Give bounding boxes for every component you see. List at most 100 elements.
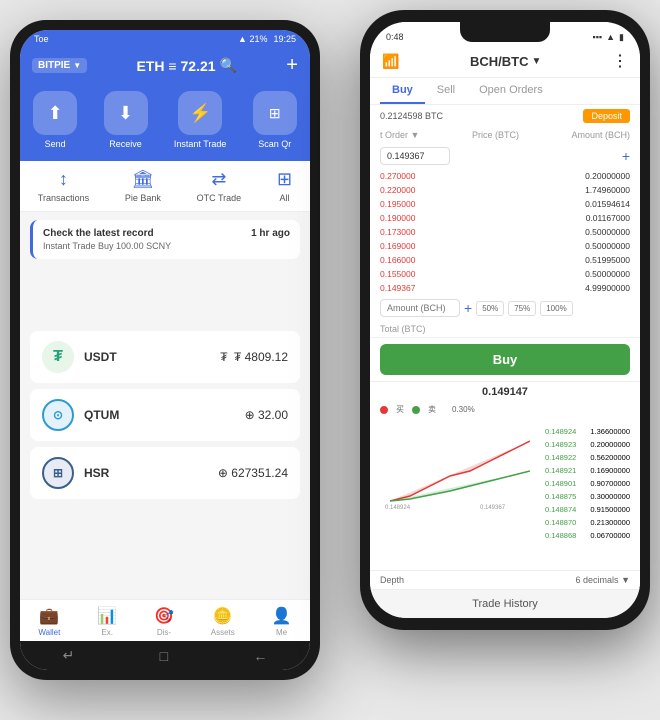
search-icon[interactable]: 🔍	[220, 57, 237, 74]
tab-buy[interactable]: Buy	[380, 78, 425, 104]
tab-sell[interactable]: Sell	[425, 78, 467, 104]
iphone-time: 0:48	[386, 32, 404, 43]
dis-label: Dis-	[157, 628, 171, 637]
sell-price-5: 0.173000	[380, 227, 415, 237]
signal-icon: ▲ 21%	[238, 34, 267, 44]
decimals-label: 6 decimals ▼	[576, 575, 630, 585]
percent-row: + 50% 75% 100%	[370, 295, 640, 321]
notification-title-row: Check the latest record 1 hr ago	[43, 228, 290, 239]
all-label: All	[280, 193, 290, 203]
nav-me[interactable]: 👤 Me	[272, 606, 292, 637]
wallet-icon: 💼	[39, 606, 59, 626]
ob-sell-row-3: 0.195000 0.01594614	[380, 197, 630, 211]
iphone: 0:48 ▪▪▪ ▲ ▮ 📶 BCH/BTC ▼ ⋮ Buy	[360, 10, 650, 630]
pct-75-button[interactable]: 75%	[508, 301, 536, 316]
android-status-bar: Toe ▲ 21% 19:25	[20, 30, 310, 48]
total-label: Total (BTC)	[380, 324, 426, 334]
android-screen: Toe ▲ 21% 19:25 BITPIE ▼ ETH ≡ 72.21 🔍 +	[20, 30, 310, 670]
buy-order-book: 0.148924 1.36600000 0.148923 0.20000000 …	[545, 421, 630, 566]
token-usdt[interactable]: ₮ USDT ₮ ₮ 4809.12	[30, 331, 300, 383]
deposit-button[interactable]: Deposit	[583, 109, 630, 123]
sell-amount-5: 0.50000000	[585, 227, 630, 237]
transactions-nav[interactable]: ↕ Transactions	[38, 169, 89, 203]
all-icon: ⊞	[277, 169, 292, 190]
buy-row-6: 0.148875 0.30000000	[545, 490, 630, 503]
battery-icon: ▮	[619, 32, 624, 43]
brand-label: BITPIE	[38, 60, 70, 71]
pie-bank-nav[interactable]: 🏛 Pie Bank	[125, 169, 161, 203]
qtum-name: QTUM	[84, 408, 119, 422]
svg-text:0.148924: 0.148924	[385, 505, 411, 511]
secondary-nav: ↕ Transactions 🏛 Pie Bank ⇄ OTC Trade ⊞ …	[20, 161, 310, 212]
buy-row-5: 0.148901 0.90700000	[545, 477, 630, 490]
sell-order-book: 0.270000 0.20000000 0.220000 1.74960000 …	[370, 169, 640, 295]
sell-price-4: 0.190000	[380, 213, 415, 223]
all-nav[interactable]: ⊞ All	[277, 169, 292, 203]
pct-100-button[interactable]: 100%	[540, 301, 572, 316]
nav-wallet[interactable]: 💼 Wallet	[38, 606, 60, 637]
signal-bars-icon: ▪▪▪	[593, 32, 603, 43]
instant-trade-button[interactable]: ⚡ Instant Trade	[174, 91, 227, 149]
recents-gesture-icon[interactable]: ←	[253, 648, 267, 664]
pct-50-button[interactable]: 50%	[476, 301, 504, 316]
decimals-chevron-icon[interactable]: ▼	[621, 575, 630, 585]
trade-history-button[interactable]: Trade History	[370, 589, 640, 618]
price-add-icon[interactable]: +	[622, 148, 630, 164]
nav-dis[interactable]: 🎯 Dis-	[154, 606, 174, 637]
buy-button[interactable]: Buy	[380, 344, 630, 375]
android-phone: Toe ▲ 21% 19:25 BITPIE ▼ ETH ≡ 72.21 🔍 +	[10, 20, 320, 680]
notification-title: Check the latest record	[43, 228, 154, 239]
tab-open-orders[interactable]: Open Orders	[467, 78, 555, 104]
trading-pair-title[interactable]: BCH/BTC ▼	[470, 54, 541, 69]
iphone-notch	[460, 22, 550, 42]
token-hsr[interactable]: ⊞ HSR ⊕ 627351.24	[30, 447, 300, 499]
token-qtum-left: ⊙ QTUM	[42, 399, 119, 431]
ob-sell-row-7: 0.166000 0.51995000	[380, 253, 630, 267]
pie-bank-icon: 🏛	[131, 169, 154, 190]
android-bottom-nav: 💼 Wallet 📊 Ex. 🎯 Dis- 🪙 Assets 👤	[20, 599, 310, 641]
receive-button[interactable]: ⬇ Receive	[104, 91, 148, 149]
price-input-field[interactable]	[380, 147, 450, 165]
sell-price-2: 0.220000	[380, 185, 415, 195]
chart-bars-icon[interactable]: 📶	[382, 53, 399, 70]
back-gesture-icon[interactable]: ↵	[63, 647, 75, 664]
more-icon[interactable]: ⋮	[612, 51, 628, 71]
chart-legend: 买 卖 0.30%	[370, 402, 640, 417]
transactions-label: Transactions	[38, 193, 89, 203]
ex-label: Ex.	[101, 628, 113, 637]
add-icon[interactable]: +	[286, 54, 298, 77]
nav-assets[interactable]: 🪙 Assets	[211, 606, 235, 637]
assets-label: Assets	[211, 628, 235, 637]
hsr-logo: ⊞	[42, 457, 74, 489]
qtum-balance: ⊕ 32.00	[245, 408, 288, 422]
ob-sell-row-6: 0.169000 0.50000000	[380, 239, 630, 253]
total-row: Total (BTC)	[370, 321, 640, 338]
otc-trade-label: OTC Trade	[197, 193, 242, 203]
notification-time: 1 hr ago	[251, 228, 290, 239]
buy-legend-label: 买	[396, 404, 404, 415]
send-button[interactable]: ⬆ Send	[33, 91, 77, 149]
amount-input-field[interactable]	[380, 299, 460, 317]
token-hsr-left: ⊞ HSR	[42, 457, 109, 489]
pair-chevron-icon: ▼	[532, 56, 542, 67]
tab-open-orders-label: Open Orders	[479, 84, 543, 96]
token-qtum[interactable]: ⊙ QTUM ⊕ 32.00	[30, 389, 300, 441]
buy-row-9: 0.148868 0.06700000	[545, 529, 630, 542]
otc-trade-nav[interactable]: ⇄ OTC Trade	[197, 169, 242, 203]
send-label: Send	[45, 139, 66, 149]
nav-ex[interactable]: 📊 Ex.	[97, 606, 117, 637]
notification-body: Instant Trade Buy 100.00 SCNY	[43, 241, 290, 251]
scan-qr-button[interactable]: ⊞ Scan Qr	[253, 91, 297, 149]
tab-buy-label: Buy	[392, 84, 413, 96]
ob-sell-row-5: 0.173000 0.50000000	[380, 225, 630, 239]
price-col-header: Price (BTC)	[472, 130, 519, 140]
svg-text:0.149367: 0.149367	[480, 505, 506, 511]
time-display: 19:25	[273, 34, 296, 44]
bitpie-logo[interactable]: BITPIE ▼	[32, 58, 87, 73]
amount-add-icon[interactable]: +	[464, 300, 472, 316]
home-gesture-icon[interactable]: □	[160, 648, 168, 664]
scan-qr-icon: ⊞	[253, 91, 297, 135]
status-icons: ▲ 21% 19:25	[238, 34, 296, 44]
ob-sell-row-1: 0.270000 0.20000000	[380, 169, 630, 183]
buy-row-3: 0.148922 0.56200000	[545, 451, 630, 464]
